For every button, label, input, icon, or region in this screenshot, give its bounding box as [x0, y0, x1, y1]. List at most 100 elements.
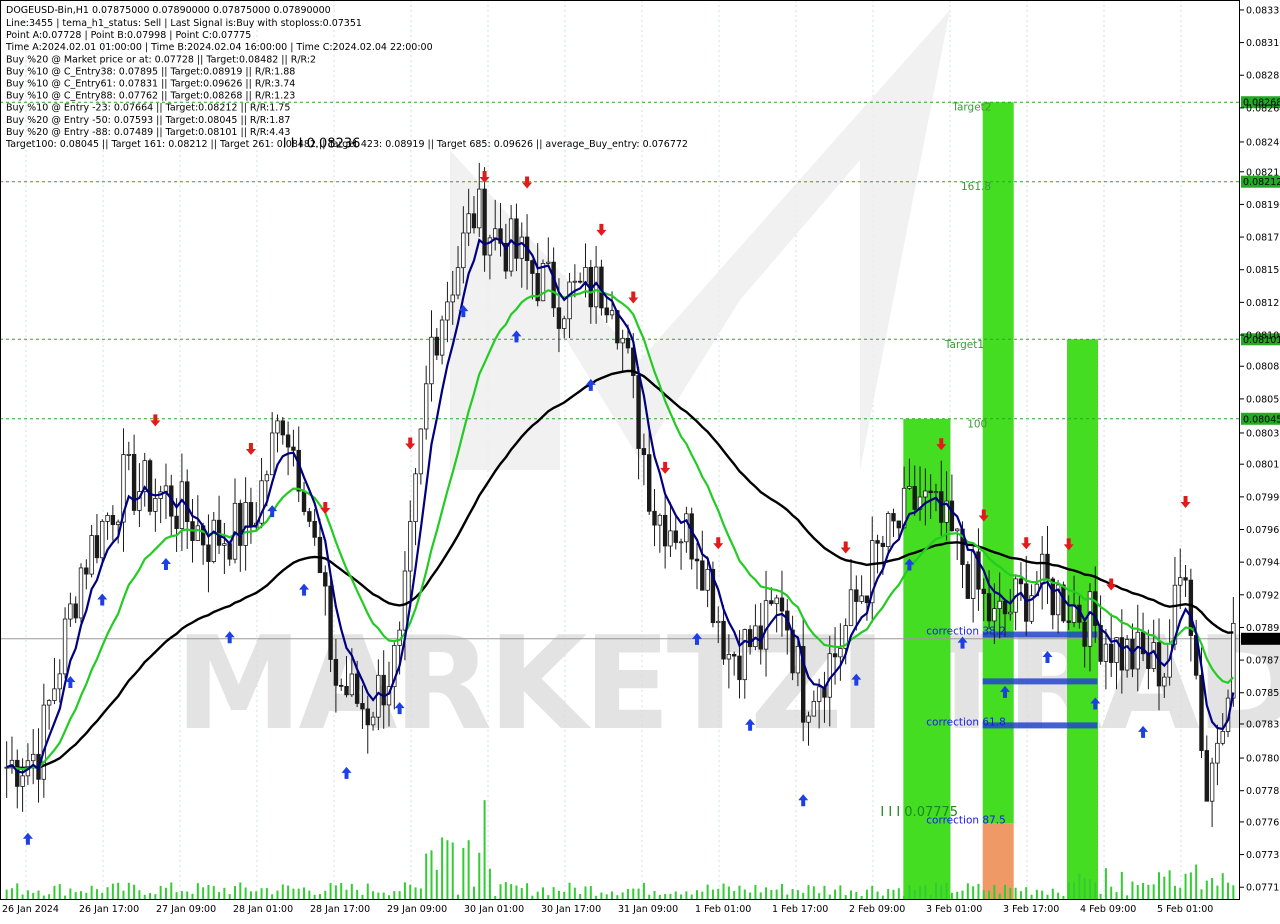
candle-body — [1231, 622, 1236, 699]
volume-bar — [234, 886, 236, 900]
volume-bar — [940, 884, 943, 900]
volume-bar — [887, 889, 890, 900]
volume-bar — [218, 892, 221, 900]
candle-body — [854, 589, 859, 602]
candle-body — [179, 481, 185, 529]
volume-bar — [1168, 870, 1171, 900]
volume-bar — [1131, 881, 1134, 900]
volume-bar — [950, 892, 953, 900]
candle-body — [864, 595, 870, 604]
volume-bar — [988, 890, 991, 900]
candle-body — [354, 673, 360, 704]
x-tick-label: 26 Jan 17:00 — [79, 904, 139, 915]
x-tick-label: 30 Jan 17:00 — [541, 904, 601, 915]
volume-bar — [791, 889, 794, 900]
volume-bar — [1041, 890, 1044, 900]
volume-bar — [520, 888, 523, 900]
volume-bar — [32, 892, 35, 900]
candle-body — [185, 481, 190, 523]
candle-body — [763, 600, 769, 650]
volume-bar — [961, 890, 964, 900]
volume-bar — [1227, 882, 1230, 900]
volume-bar — [212, 886, 215, 900]
volume-bar — [393, 891, 396, 900]
candle-body — [89, 535, 94, 575]
volume-bar — [223, 887, 226, 900]
candle-body — [684, 513, 689, 543]
volume-bar — [1221, 873, 1224, 900]
volume-bar — [775, 889, 778, 900]
candle-body — [593, 266, 599, 308]
volume-bar — [127, 882, 130, 900]
candle-body — [657, 514, 663, 526]
candle-body — [583, 267, 588, 283]
candle-body — [349, 673, 355, 696]
volume-bar — [377, 892, 380, 900]
volume-bar — [1136, 885, 1139, 900]
candle-body — [1156, 642, 1162, 687]
volume-bar — [37, 890, 40, 900]
candle-body — [57, 673, 62, 690]
candle-body — [955, 528, 960, 532]
info-line: Buy %20 @ Entry -88: 0.07489 || Target:0… — [6, 127, 290, 138]
candle-body — [307, 511, 312, 522]
candle-body — [933, 491, 939, 494]
volume-bar — [1158, 872, 1160, 900]
volume-bar — [265, 888, 268, 900]
volume-bar — [653, 891, 656, 900]
candle-body — [1066, 620, 1071, 623]
volume-bar — [122, 890, 125, 900]
volume-bar — [451, 842, 454, 900]
candle-body — [875, 540, 880, 544]
candle-body — [275, 420, 280, 434]
y-tick-label: 0.08013 — [1246, 460, 1280, 471]
correction-mark — [982, 678, 1098, 685]
candle-body — [726, 653, 732, 660]
volume-bar — [515, 885, 518, 900]
volume-bar — [966, 883, 969, 900]
volume-bar — [611, 891, 614, 900]
info-line: Buy %10 @ Entry -23: 0.07664 || Target:0… — [6, 103, 290, 114]
x-tick-label: 28 Jan 01:00 — [233, 904, 293, 915]
candle-body — [1220, 731, 1225, 744]
volume-bar — [467, 840, 470, 900]
candle-body — [439, 319, 445, 356]
candle-body — [73, 603, 78, 619]
volume-bar — [409, 884, 412, 900]
volume-bar — [780, 883, 783, 900]
candle-body — [423, 383, 429, 430]
candle-body — [816, 686, 822, 702]
volume-bar — [425, 853, 428, 900]
candle-body — [1135, 631, 1140, 670]
volume-bar — [196, 883, 199, 900]
candle-body — [811, 701, 817, 717]
candle-body — [243, 502, 248, 546]
volume-bar — [749, 892, 752, 900]
volume-bar — [345, 889, 348, 900]
candle-body — [647, 454, 652, 512]
volume-bar — [1173, 885, 1176, 900]
volume-bar — [1200, 889, 1203, 900]
volume-bar — [945, 882, 948, 900]
volume-bar — [584, 886, 587, 900]
volume-bar — [180, 891, 183, 900]
volume-bar — [441, 837, 444, 900]
volume-bar — [956, 891, 959, 900]
y-tick-label: 0.07944 — [1246, 558, 1280, 569]
candle-body — [46, 700, 52, 706]
candle-body — [652, 510, 657, 526]
volume-bar — [765, 887, 768, 900]
candle-body — [339, 684, 344, 687]
candle-body — [949, 500, 955, 532]
chart-annotation: correction 61.8 — [926, 716, 1005, 728]
candle-body — [68, 603, 73, 620]
candle-body — [418, 428, 424, 475]
volume-bar — [53, 885, 56, 900]
candle-body — [678, 541, 684, 544]
volume-bar — [706, 884, 709, 900]
volume-bar — [510, 884, 513, 900]
candle-body — [370, 716, 376, 726]
candle-body — [519, 236, 524, 259]
volume-bar — [356, 889, 359, 900]
volume-bar — [292, 888, 295, 900]
